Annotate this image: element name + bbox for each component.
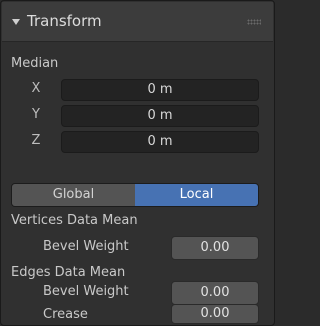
vertex-bevel-weight-field[interactable]: 0.00 <box>171 236 259 260</box>
crease-field[interactable]: 0.00 <box>171 304 259 324</box>
crease-label: Crease <box>43 307 88 322</box>
drag-grip-icon[interactable] <box>247 19 261 25</box>
median-x-field[interactable]: 0 m <box>61 79 259 101</box>
collapse-triangle-icon[interactable] <box>12 19 20 25</box>
median-y-field[interactable]: 0 m <box>61 105 259 127</box>
vertex-bevel-weight-label: Bevel Weight <box>43 239 129 254</box>
edge-bevel-weight-field[interactable]: 0.00 <box>171 281 259 305</box>
axis-x-label: X <box>31 81 41 96</box>
median-x-value: 0 m <box>147 82 173 97</box>
global-option[interactable]: Global <box>12 184 135 206</box>
vertices-data-mean-label: Vertices Data Mean <box>11 213 138 228</box>
crease-value: 0.00 <box>200 306 230 321</box>
panel-title: Transform <box>27 12 102 30</box>
median-z-field[interactable]: 0 m <box>61 131 259 153</box>
median-y-value: 0 m <box>147 108 173 123</box>
median-label: Median <box>11 56 59 71</box>
edge-bevel-weight-value: 0.00 <box>200 285 230 300</box>
edges-data-mean-label: Edges Data Mean <box>11 265 126 280</box>
local-option[interactable]: Local <box>135 184 258 206</box>
panel-header[interactable]: Transform <box>2 2 273 42</box>
edge-bevel-weight-label: Bevel Weight <box>43 284 129 299</box>
median-z-value: 0 m <box>147 134 173 149</box>
axis-y-label: Y <box>32 107 40 122</box>
transform-space-toggle: Global Local <box>11 183 259 207</box>
vertex-bevel-weight-value: 0.00 <box>200 240 230 255</box>
transform-panel: Transform Median X 0 m Y 0 m Z 0 m Globa… <box>0 0 275 326</box>
axis-z-label: Z <box>31 133 41 148</box>
